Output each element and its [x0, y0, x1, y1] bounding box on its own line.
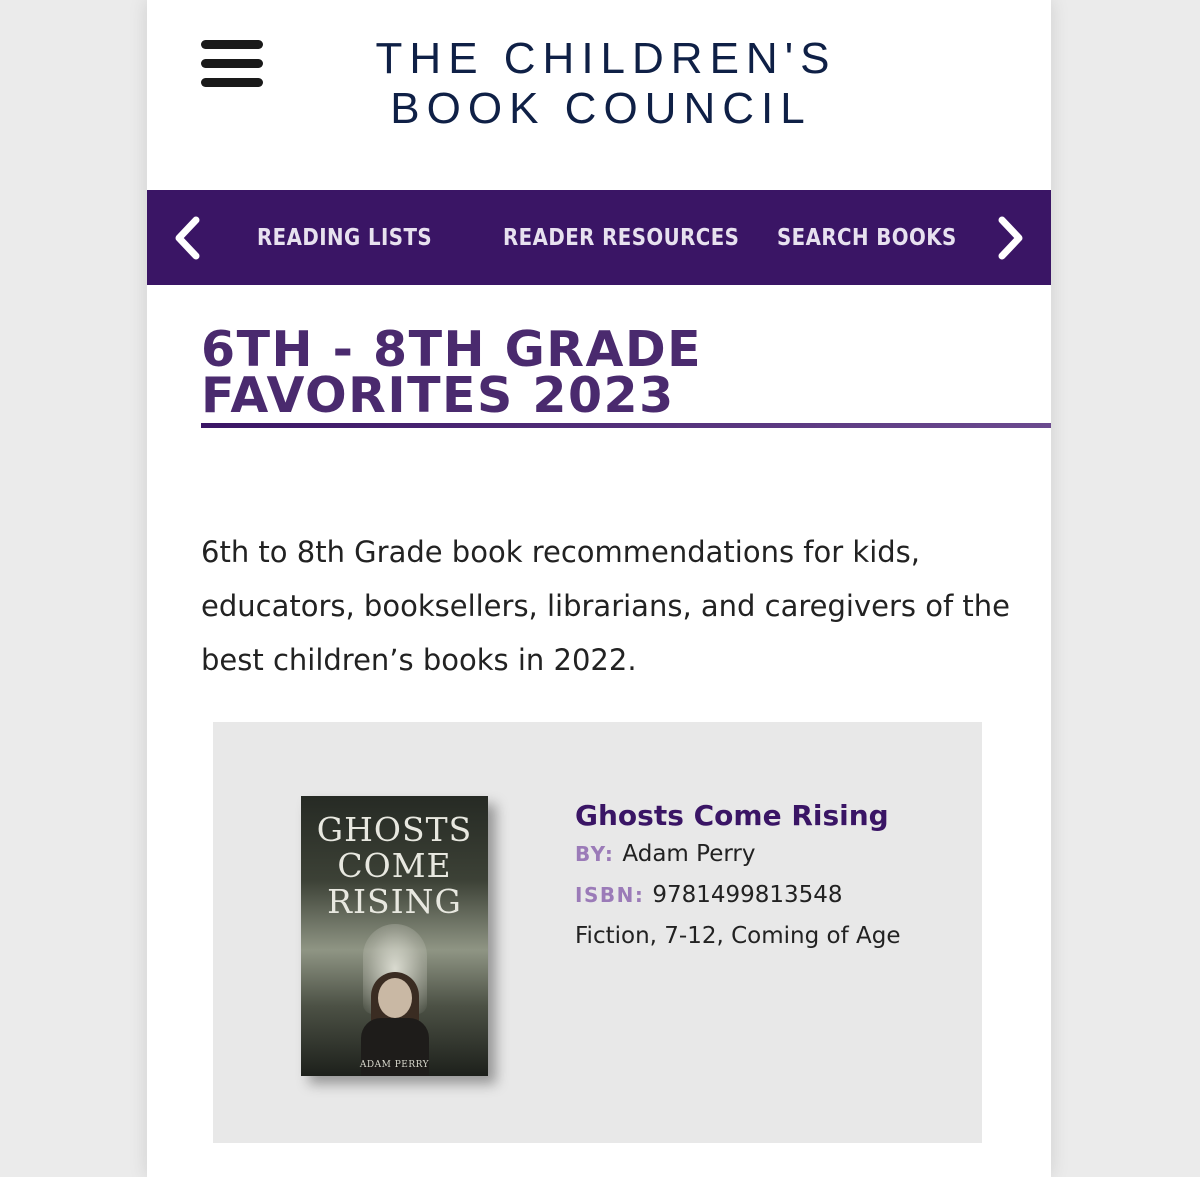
chevron-left-glyph	[175, 216, 200, 259]
book-card: GHOSTS COME RISING ADAM PERRY Ghosts Com…	[213, 722, 982, 1143]
chevron-right-glyph	[998, 216, 1023, 259]
cover-author-text: ADAM PERRY	[359, 1060, 430, 1070]
logo-line-2: BOOK COUNCIL	[390, 84, 812, 133]
cover-title-line-3: RISING	[327, 882, 462, 921]
cover-title-text: GHOSTS COME RISING	[301, 812, 488, 920]
nav-item-reader-resources[interactable]: READER RESOURCES	[503, 225, 739, 251]
chevron-right-icon[interactable]	[971, 190, 1051, 285]
book-author: Adam Perry	[622, 841, 756, 867]
nav-item-search-books[interactable]: SEARCH BOOKS	[777, 225, 956, 251]
site-logo[interactable]: THE CHILDREN'S BOOK COUNCIL	[147, 34, 1051, 134]
logo-line-1: THE CHILDREN'S	[375, 34, 837, 83]
nav-items: READING LISTS READER RESOURCES SEARCH BO…	[257, 190, 1051, 285]
page-title-line-2: FAVORITES 2023	[201, 367, 675, 424]
book-tags: Fiction, 7-12, Coming of Age	[575, 923, 901, 949]
page-container: THE CHILDREN'S BOOK COUNCIL READING LIST…	[147, 0, 1051, 1177]
by-label: BY:	[575, 842, 615, 866]
cover-girl-face	[378, 978, 412, 1018]
page-title-block: 6TH - 8TH GRADE FAVORITES 2023	[201, 325, 1051, 424]
cover-title-line-1: GHOSTS	[316, 810, 473, 849]
page-title: 6TH - 8TH GRADE FAVORITES 2023	[201, 325, 1051, 424]
book-cover-image[interactable]: GHOSTS COME RISING ADAM PERRY	[301, 796, 488, 1076]
book-author-row: BY: Adam Perry	[575, 834, 975, 875]
book-isbn-row: ISBN: 9781499813548	[575, 875, 975, 916]
site-header: THE CHILDREN'S BOOK COUNCIL	[147, 0, 1051, 190]
isbn-label: ISBN:	[575, 883, 645, 907]
page-description: 6th to 8th Grade book recommendations fo…	[201, 535, 1010, 677]
main-nav: READING LISTS READER RESOURCES SEARCH BO…	[147, 190, 1051, 285]
chevron-left-icon[interactable]	[147, 190, 227, 285]
book-info: Ghosts Come Rising BY: Adam Perry ISBN: 97…	[575, 798, 975, 957]
book-title-link[interactable]: Ghosts Come Rising	[575, 798, 975, 834]
nav-item-reading-lists[interactable]: READING LISTS	[257, 225, 434, 251]
cover-title-line-2: COME	[337, 846, 452, 885]
book-isbn: 9781499813548	[652, 882, 843, 908]
title-underline	[201, 423, 1051, 428]
